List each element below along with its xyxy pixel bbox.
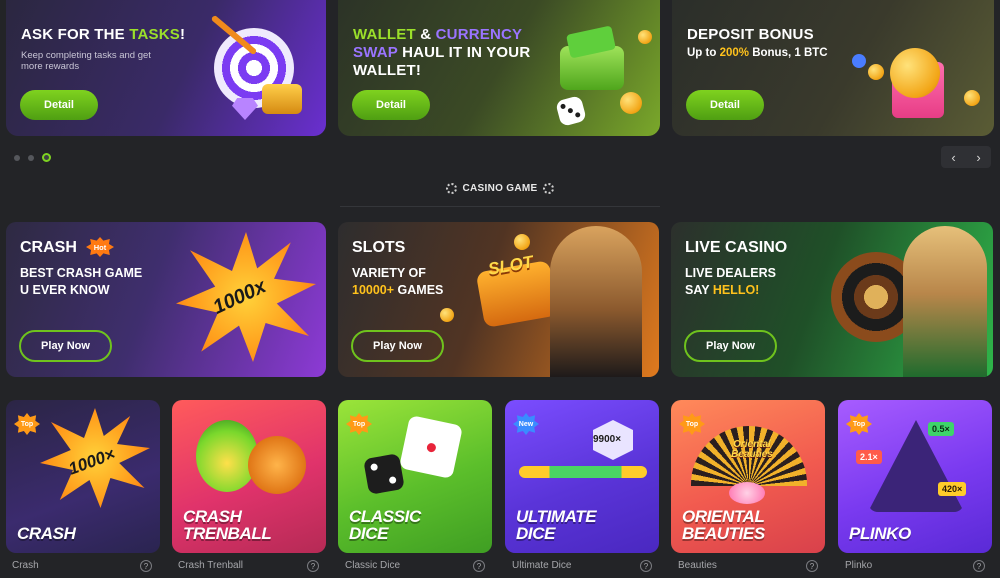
- detail-button[interactable]: Detail: [20, 90, 98, 120]
- gem-icon: [232, 98, 258, 120]
- promo-title: DEPOSIT BONUS: [687, 26, 814, 43]
- top-badge: Top: [846, 413, 872, 435]
- category-title: CRASH: [20, 239, 77, 256]
- help-icon[interactable]: ?: [473, 560, 485, 572]
- dealer-figure: [903, 226, 987, 377]
- section-title: CASINO GAME: [462, 183, 538, 194]
- game-title: PLINKO: [849, 524, 911, 543]
- game-caption: Ultimate Dice: [512, 560, 572, 571]
- play-now-button[interactable]: Play Now: [351, 330, 444, 362]
- promo-banner-deposit-bonus[interactable]: DEPOSIT BONUS Up to 200% Bonus, 1 BTC De…: [672, 0, 994, 136]
- coin-icon: [620, 92, 642, 114]
- promo-banner-wallet[interactable]: WALLET & CURRENCY SWAP HAUL IT IN YOUR W…: [338, 0, 660, 136]
- coin-icon: [514, 234, 530, 250]
- multiplier-label: 2.1×: [856, 450, 882, 464]
- coin-icon: [964, 90, 980, 106]
- dice-icon: [398, 414, 464, 480]
- hot-badge: Hot: [86, 237, 114, 257]
- game-tile-plinko[interactable]: Top 0.5× 2.1× 420× PLINKO: [838, 400, 992, 553]
- range-slider: [519, 466, 647, 478]
- chevron-right-icon[interactable]: ›: [966, 146, 991, 168]
- top-badge: Top: [346, 413, 372, 435]
- carousel-dot[interactable]: [28, 154, 34, 161]
- category-card-crash[interactable]: CRASH Hot BEST CRASH GAME U EVER KNOW Pl…: [6, 222, 326, 377]
- game-title: ORIENTAL BEAUTIES: [682, 507, 765, 543]
- game-tile-classic-dice[interactable]: Top CLASSIC DICE: [338, 400, 492, 553]
- game-title: ULTIMATE DICE: [516, 507, 597, 543]
- promo-subtitle: Up to 200% Bonus, 1 BTC: [687, 47, 828, 59]
- promo-title: ASK FOR THE TASKS!: [21, 26, 186, 43]
- new-badge: New: [513, 413, 539, 435]
- logo-label: Oriental Beauties: [731, 439, 773, 460]
- game-caption: Classic Dice: [345, 560, 401, 571]
- carousel-dot[interactable]: [14, 154, 20, 161]
- multiplier-label: 0.5×: [928, 422, 954, 436]
- game-caption: Crash: [12, 560, 39, 571]
- lotus-flower-icon: [729, 482, 765, 504]
- section-divider: [340, 206, 660, 207]
- coin-icon: [638, 30, 652, 44]
- multiplier-label: 420×: [938, 482, 967, 496]
- detail-button[interactable]: Detail: [686, 90, 764, 120]
- promo-title: WALLET & CURRENCY SWAP HAUL IT IN YOUR W…: [353, 26, 531, 79]
- help-icon[interactable]: ?: [806, 560, 818, 572]
- game-title: CLASSIC DICE: [349, 507, 421, 543]
- category-tagline: U EVER KNOW: [20, 283, 110, 297]
- coin-icon: [440, 308, 454, 322]
- game-caption: Crash Trenball: [178, 560, 244, 571]
- game-tile-ultimate-dice[interactable]: New 9900× ULTIMATE DICE: [505, 400, 659, 553]
- game-title: CRASH: [17, 524, 76, 543]
- category-tagline: VARIETY OF: [352, 266, 426, 280]
- game-tile-crash[interactable]: Top 1000× CRASH: [6, 400, 160, 553]
- hostess-figure: [550, 226, 642, 377]
- help-icon[interactable]: ?: [640, 560, 652, 572]
- dice-icon: [363, 453, 405, 495]
- promo-banner-tasks[interactable]: ASK FOR THE TASKS! Keep completing tasks…: [6, 0, 326, 136]
- top-badge: Top: [679, 413, 705, 435]
- chip-icon: [445, 183, 457, 194]
- category-tagline: 10000+ GAMES: [352, 283, 444, 297]
- category-card-live-casino[interactable]: LIVE CASINO LIVE DEALERS SAY HELLO! Play…: [671, 222, 993, 377]
- shiba-coin-icon: [248, 436, 306, 494]
- category-card-slots[interactable]: SLOTS VARIETY OF 10000+ GAMES Play Now S…: [338, 222, 659, 377]
- promo-description: Keep completing tasks and get more rewar…: [21, 50, 151, 72]
- play-now-button[interactable]: Play Now: [684, 330, 777, 362]
- game-tile-crash-trenball[interactable]: CRASH TRENBALL: [172, 400, 326, 553]
- help-icon[interactable]: ?: [973, 560, 985, 572]
- bitcoin-coin-icon: [890, 48, 940, 98]
- top-badge: Top: [14, 413, 40, 435]
- game-caption: Plinko: [845, 560, 873, 571]
- coin-icon: [868, 64, 884, 80]
- category-tagline: LIVE DEALERS: [685, 266, 776, 280]
- detail-button[interactable]: Detail: [352, 90, 430, 120]
- carousel-nav: ‹ ›: [941, 146, 991, 168]
- dice-icon: [555, 95, 587, 127]
- game-caption: Beauties: [678, 560, 717, 571]
- carousel-dot-active[interactable]: [42, 153, 51, 162]
- carousel-indicator: [14, 153, 51, 162]
- multiplier-label: 9900×: [593, 434, 622, 445]
- game-tile-oriental-beauties[interactable]: Top Oriental Beauties ORIENTAL BEAUTIES: [671, 400, 825, 553]
- crypto-token-icon: [852, 54, 866, 68]
- section-header: CASINO GAME: [0, 183, 1000, 194]
- help-icon[interactable]: ?: [307, 560, 319, 572]
- category-tagline: BEST CRASH GAME: [20, 266, 143, 280]
- treasure-chest-icon: [262, 84, 302, 114]
- play-now-button[interactable]: Play Now: [19, 330, 112, 362]
- help-icon[interactable]: ?: [140, 560, 152, 572]
- chip-icon: [543, 183, 555, 194]
- category-title: SLOTS: [352, 239, 406, 256]
- game-title: CRASH TRENBALL: [183, 507, 272, 543]
- category-title: LIVE CASINO: [685, 239, 788, 256]
- category-tagline: SAY HELLO!: [685, 283, 760, 297]
- chevron-left-icon[interactable]: ‹: [941, 146, 966, 168]
